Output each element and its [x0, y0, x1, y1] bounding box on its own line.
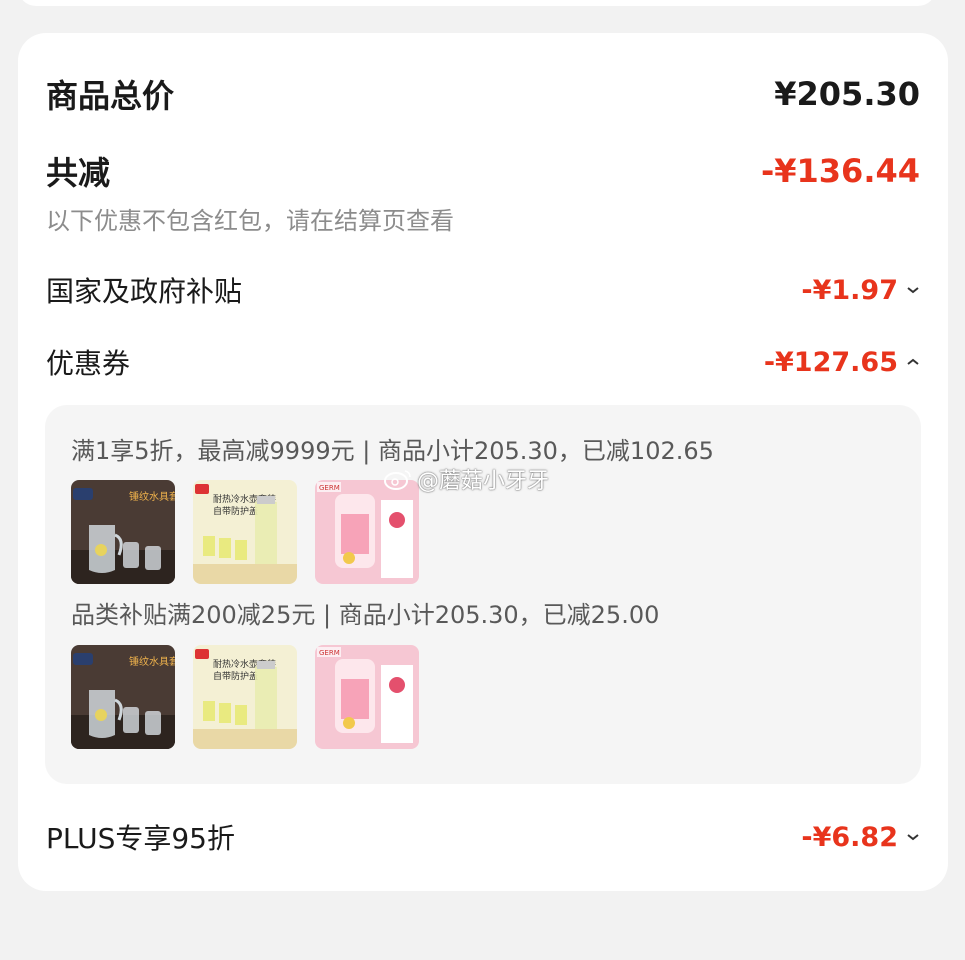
coupon-products: 锤纹水具套装 耐热冷水壶套装 自带防护盖: [71, 645, 419, 749]
discount-note: 以下优惠不包含红包，请在结算页查看: [46, 207, 454, 235]
total-value: ¥205.30: [774, 75, 920, 113]
product-thumb-cups[interactable]: 耐热冷水壶套装 自带防护盖: [193, 480, 297, 584]
reduce-value: -¥136.44: [760, 152, 920, 190]
product-thumb-teabox[interactable]: GERM: [315, 480, 419, 584]
total-row: 商品总价 ¥205.30: [46, 71, 920, 117]
price-detail-card: 商品总价 ¥205.30 共减 -¥136.44 以下优惠不包含红包，请在结算页…: [18, 33, 948, 891]
watermark-text: @蘑菇小牙牙: [417, 469, 550, 494]
plus-label: PLUS专享95折: [46, 822, 235, 855]
subsidy-value: -¥1.97: [801, 274, 898, 306]
product-thumb-pitcher[interactable]: 锤纹水具套装: [71, 480, 175, 584]
coupon-value: -¥127.65: [763, 346, 898, 378]
plus-row[interactable]: PLUS专享95折 -¥6.82: [46, 817, 920, 857]
reduce-row: 共减 -¥136.44: [46, 148, 920, 194]
chevron-down-icon[interactable]: [906, 283, 920, 297]
weibo-logo-icon: [384, 470, 411, 490]
chevron-up-icon[interactable]: [906, 355, 920, 369]
previous-card: [18, 0, 936, 6]
total-label: 商品总价: [46, 77, 175, 115]
coupon-rule: 品类补贴满200减25元 | 商品小计205.30，已减25.00: [71, 601, 660, 629]
plus-value: -¥6.82: [801, 821, 898, 853]
svg-text:GERM: GERM: [319, 484, 340, 492]
svg-text:GERM: GERM: [319, 649, 340, 657]
product-thumb-cups[interactable]: 耐热冷水壶套装 自带防护盖: [193, 645, 297, 749]
coupon-detail-panel: 满1享5折，最高减9999元 | 商品小计205.30，已减102.65 锤纹水…: [45, 405, 921, 784]
reduce-label: 共减: [46, 154, 111, 192]
product-thumb-pitcher[interactable]: 锤纹水具套装: [71, 645, 175, 749]
coupon-label: 优惠券: [46, 347, 131, 380]
chevron-down-icon[interactable]: [906, 830, 920, 844]
svg-text:自带防护盖: 自带防护盖: [213, 670, 258, 682]
product-caption: 锤纹水具套装: [129, 490, 175, 503]
product-caption: 锤纹水具套装: [129, 655, 175, 668]
coupon-rule: 满1享5折，最高减9999元 | 商品小计205.30，已减102.65: [71, 437, 714, 465]
watermark: @蘑菇小牙牙: [383, 463, 549, 495]
svg-text:自带防护盖: 自带防护盖: [213, 505, 258, 517]
subsidy-label: 国家及政府补贴: [46, 275, 243, 308]
coupon-products: 锤纹水具套装 耐热冷水壶套装 自带防护盖: [71, 480, 419, 584]
coupon-row[interactable]: 优惠券 -¥127.65: [46, 342, 920, 382]
product-thumb-teabox[interactable]: GERM: [315, 645, 419, 749]
subsidy-row[interactable]: 国家及政府补贴 -¥1.97: [46, 270, 920, 310]
